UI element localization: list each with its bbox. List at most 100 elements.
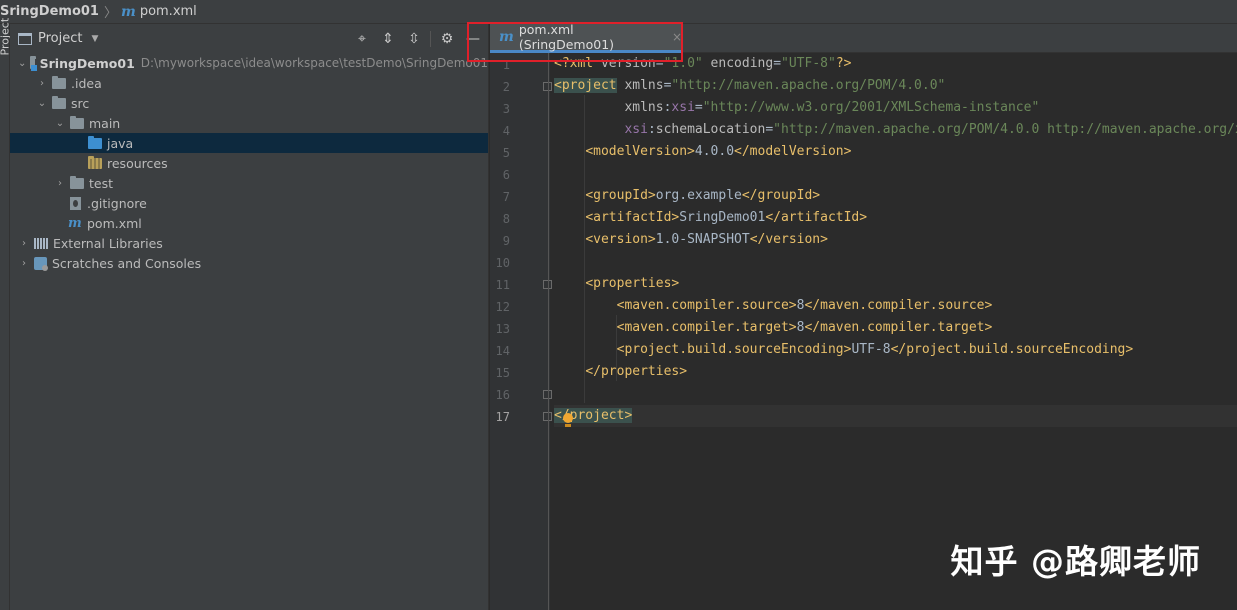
- tree-item-main[interactable]: ⌄ main: [10, 113, 488, 133]
- chevron-down-icon[interactable]: ⌄: [54, 118, 66, 129]
- tab-pom-xml[interactable]: m pom.xml (SringDemo01) ×: [490, 22, 682, 53]
- gitignore-file-icon: [70, 196, 81, 210]
- tree-item-label: resources: [107, 155, 168, 171]
- module-path: D:\myworkspace\idea\workspace\testDemo\S…: [140, 56, 488, 70]
- maven-file-icon: m: [499, 29, 514, 45]
- toolbar-divider: [430, 30, 431, 47]
- gear-icon[interactable]: ⚙: [434, 28, 460, 50]
- line-number: 2: [502, 80, 510, 94]
- project-view-selector[interactable]: Project: [38, 31, 82, 46]
- scratches-icon: [34, 256, 48, 271]
- lightbulb-icon[interactable]: [562, 413, 574, 427]
- code-area[interactable]: <?xml version="1.0" encoding="UTF-8"?> <…: [554, 53, 1237, 610]
- project-panel: Project ▼ ⌖ ⇕ ⇳ ⚙ — ⌄ SringDemo01 D:\myw…: [10, 24, 489, 610]
- breadcrumb-project[interactable]: SringDemo01: [0, 4, 99, 19]
- breadcrumb-separator: 〉: [103, 6, 117, 21]
- code-line: <properties>: [585, 276, 680, 291]
- line-number: 16: [495, 388, 510, 402]
- code-line: <artifactId>SringDemo01</artifactId>: [585, 210, 868, 225]
- code-line: xsi:schemaLocation="http://maven.apache.…: [624, 122, 1237, 137]
- tree-item-label: SringDemo01: [39, 55, 135, 71]
- tree-item-sringdemo01[interactable]: ⌄ SringDemo01 D:\myworkspace\idea\worksp…: [10, 53, 488, 73]
- tree-item-test[interactable]: › test: [10, 173, 488, 193]
- code-line: <version>1.0-SNAPSHOT</version>: [585, 232, 828, 247]
- line-number: 13: [495, 322, 510, 336]
- line-number: 9: [502, 234, 510, 248]
- folder-icon: [70, 175, 84, 189]
- code-line: xmlns:xsi="http://www.w3.org/2001/XMLSch…: [624, 100, 1040, 115]
- folder-icon: [70, 115, 84, 129]
- chevron-right-icon[interactable]: ›: [54, 178, 66, 189]
- tree-item-java[interactable]: java: [10, 133, 488, 153]
- tree-item-src[interactable]: ⌄ src: [10, 93, 488, 113]
- code-line: <project.build.sourceEncoding>UTF-8</pro…: [616, 342, 1134, 357]
- line-number: 5: [502, 146, 510, 160]
- libraries-icon: [34, 237, 48, 249]
- tree-item-label: .gitignore: [87, 195, 147, 211]
- tab-label: pom.xml (SringDemo01): [518, 22, 615, 52]
- editor-tab-bar: m pom.xml (SringDemo01) ×: [490, 22, 1237, 53]
- gutter-divider: [548, 53, 549, 610]
- line-number-gutter: 1 2 3 4 5 6 7 8 9 10 11 12 13 14 15 16 1…: [490, 53, 552, 610]
- resources-folder-icon: [88, 155, 102, 169]
- chevron-down-icon[interactable]: ⌄: [18, 58, 26, 69]
- tree-item-gitignore[interactable]: .gitignore: [10, 193, 488, 213]
- tree-item-idea[interactable]: › .idea: [10, 73, 488, 93]
- source-folder-icon: [88, 135, 102, 149]
- close-icon[interactable]: ×: [672, 30, 682, 44]
- tree-item-label: test: [89, 175, 114, 191]
- module-folder-icon: [30, 55, 37, 71]
- tree-item-label: src: [71, 95, 90, 111]
- tree-item-scratches[interactable]: › Scratches and Consoles: [10, 253, 488, 273]
- folder-icon: [52, 95, 66, 109]
- expand-all-icon[interactable]: ⇕: [375, 28, 401, 50]
- chevron-down-icon[interactable]: ▼: [91, 34, 98, 44]
- navigation-bar: SringDemo01 〉 m pom.xml: [0, 0, 1237, 24]
- line-number: 8: [502, 212, 510, 226]
- tree-item-label: .idea: [71, 75, 102, 91]
- line-number: 12: [495, 300, 510, 314]
- maven-file-icon: m: [68, 215, 82, 231]
- line-number: 7: [502, 190, 510, 204]
- project-tree: ⌄ SringDemo01 D:\myworkspace\idea\worksp…: [10, 53, 488, 273]
- line-number: 4: [502, 124, 510, 138]
- line-number: 10: [495, 256, 510, 270]
- folder-icon: [52, 75, 66, 89]
- locate-icon[interactable]: ⌖: [349, 28, 375, 50]
- chevron-right-icon[interactable]: ›: [36, 78, 48, 89]
- line-number: 14: [495, 344, 510, 358]
- watermark: 知乎 @路卿老师: [950, 542, 1201, 581]
- chevron-down-icon[interactable]: ⌄: [36, 98, 48, 109]
- breadcrumb-file[interactable]: pom.xml: [140, 4, 197, 19]
- code-line: <?xml version="1.0" encoding="UTF-8"?>: [554, 56, 852, 71]
- tree-item-label: java: [107, 135, 134, 151]
- line-number: 15: [495, 366, 510, 380]
- code-line-current: </project>: [554, 405, 1237, 427]
- tree-item-label: pom.xml: [87, 215, 142, 231]
- tree-item-label: Scratches and Consoles: [52, 255, 202, 271]
- tree-item-resources[interactable]: resources: [10, 153, 488, 173]
- editor: m pom.xml (SringDemo01) × 1 2 3 4 5 6 7 …: [490, 22, 1237, 610]
- tree-item-external-libraries[interactable]: › External Libraries: [10, 233, 488, 253]
- tree-item-pom[interactable]: m pom.xml: [10, 213, 488, 233]
- tree-item-label: main: [89, 115, 121, 131]
- hide-panel-icon[interactable]: —: [460, 28, 486, 50]
- line-number: 17: [495, 410, 510, 424]
- code-line: <maven.compiler.source>8</maven.compiler…: [616, 298, 993, 313]
- tree-item-label: External Libraries: [53, 235, 163, 251]
- chevron-right-icon[interactable]: ›: [18, 238, 30, 249]
- code-line: </properties>: [585, 364, 688, 379]
- collapse-all-icon[interactable]: ⇳: [401, 28, 427, 50]
- line-number: 6: [502, 168, 510, 182]
- left-tool-strip: Project: [0, 18, 12, 610]
- line-number: 1: [502, 58, 510, 72]
- chevron-right-icon[interactable]: ›: [18, 258, 30, 269]
- project-icon: [18, 32, 32, 45]
- project-panel-header: Project ▼ ⌖ ⇕ ⇳ ⚙ —: [10, 24, 488, 53]
- code-line: <maven.compiler.target>8</maven.compiler…: [616, 320, 993, 335]
- maven-file-icon: m: [120, 3, 136, 20]
- line-number: 3: [502, 102, 510, 116]
